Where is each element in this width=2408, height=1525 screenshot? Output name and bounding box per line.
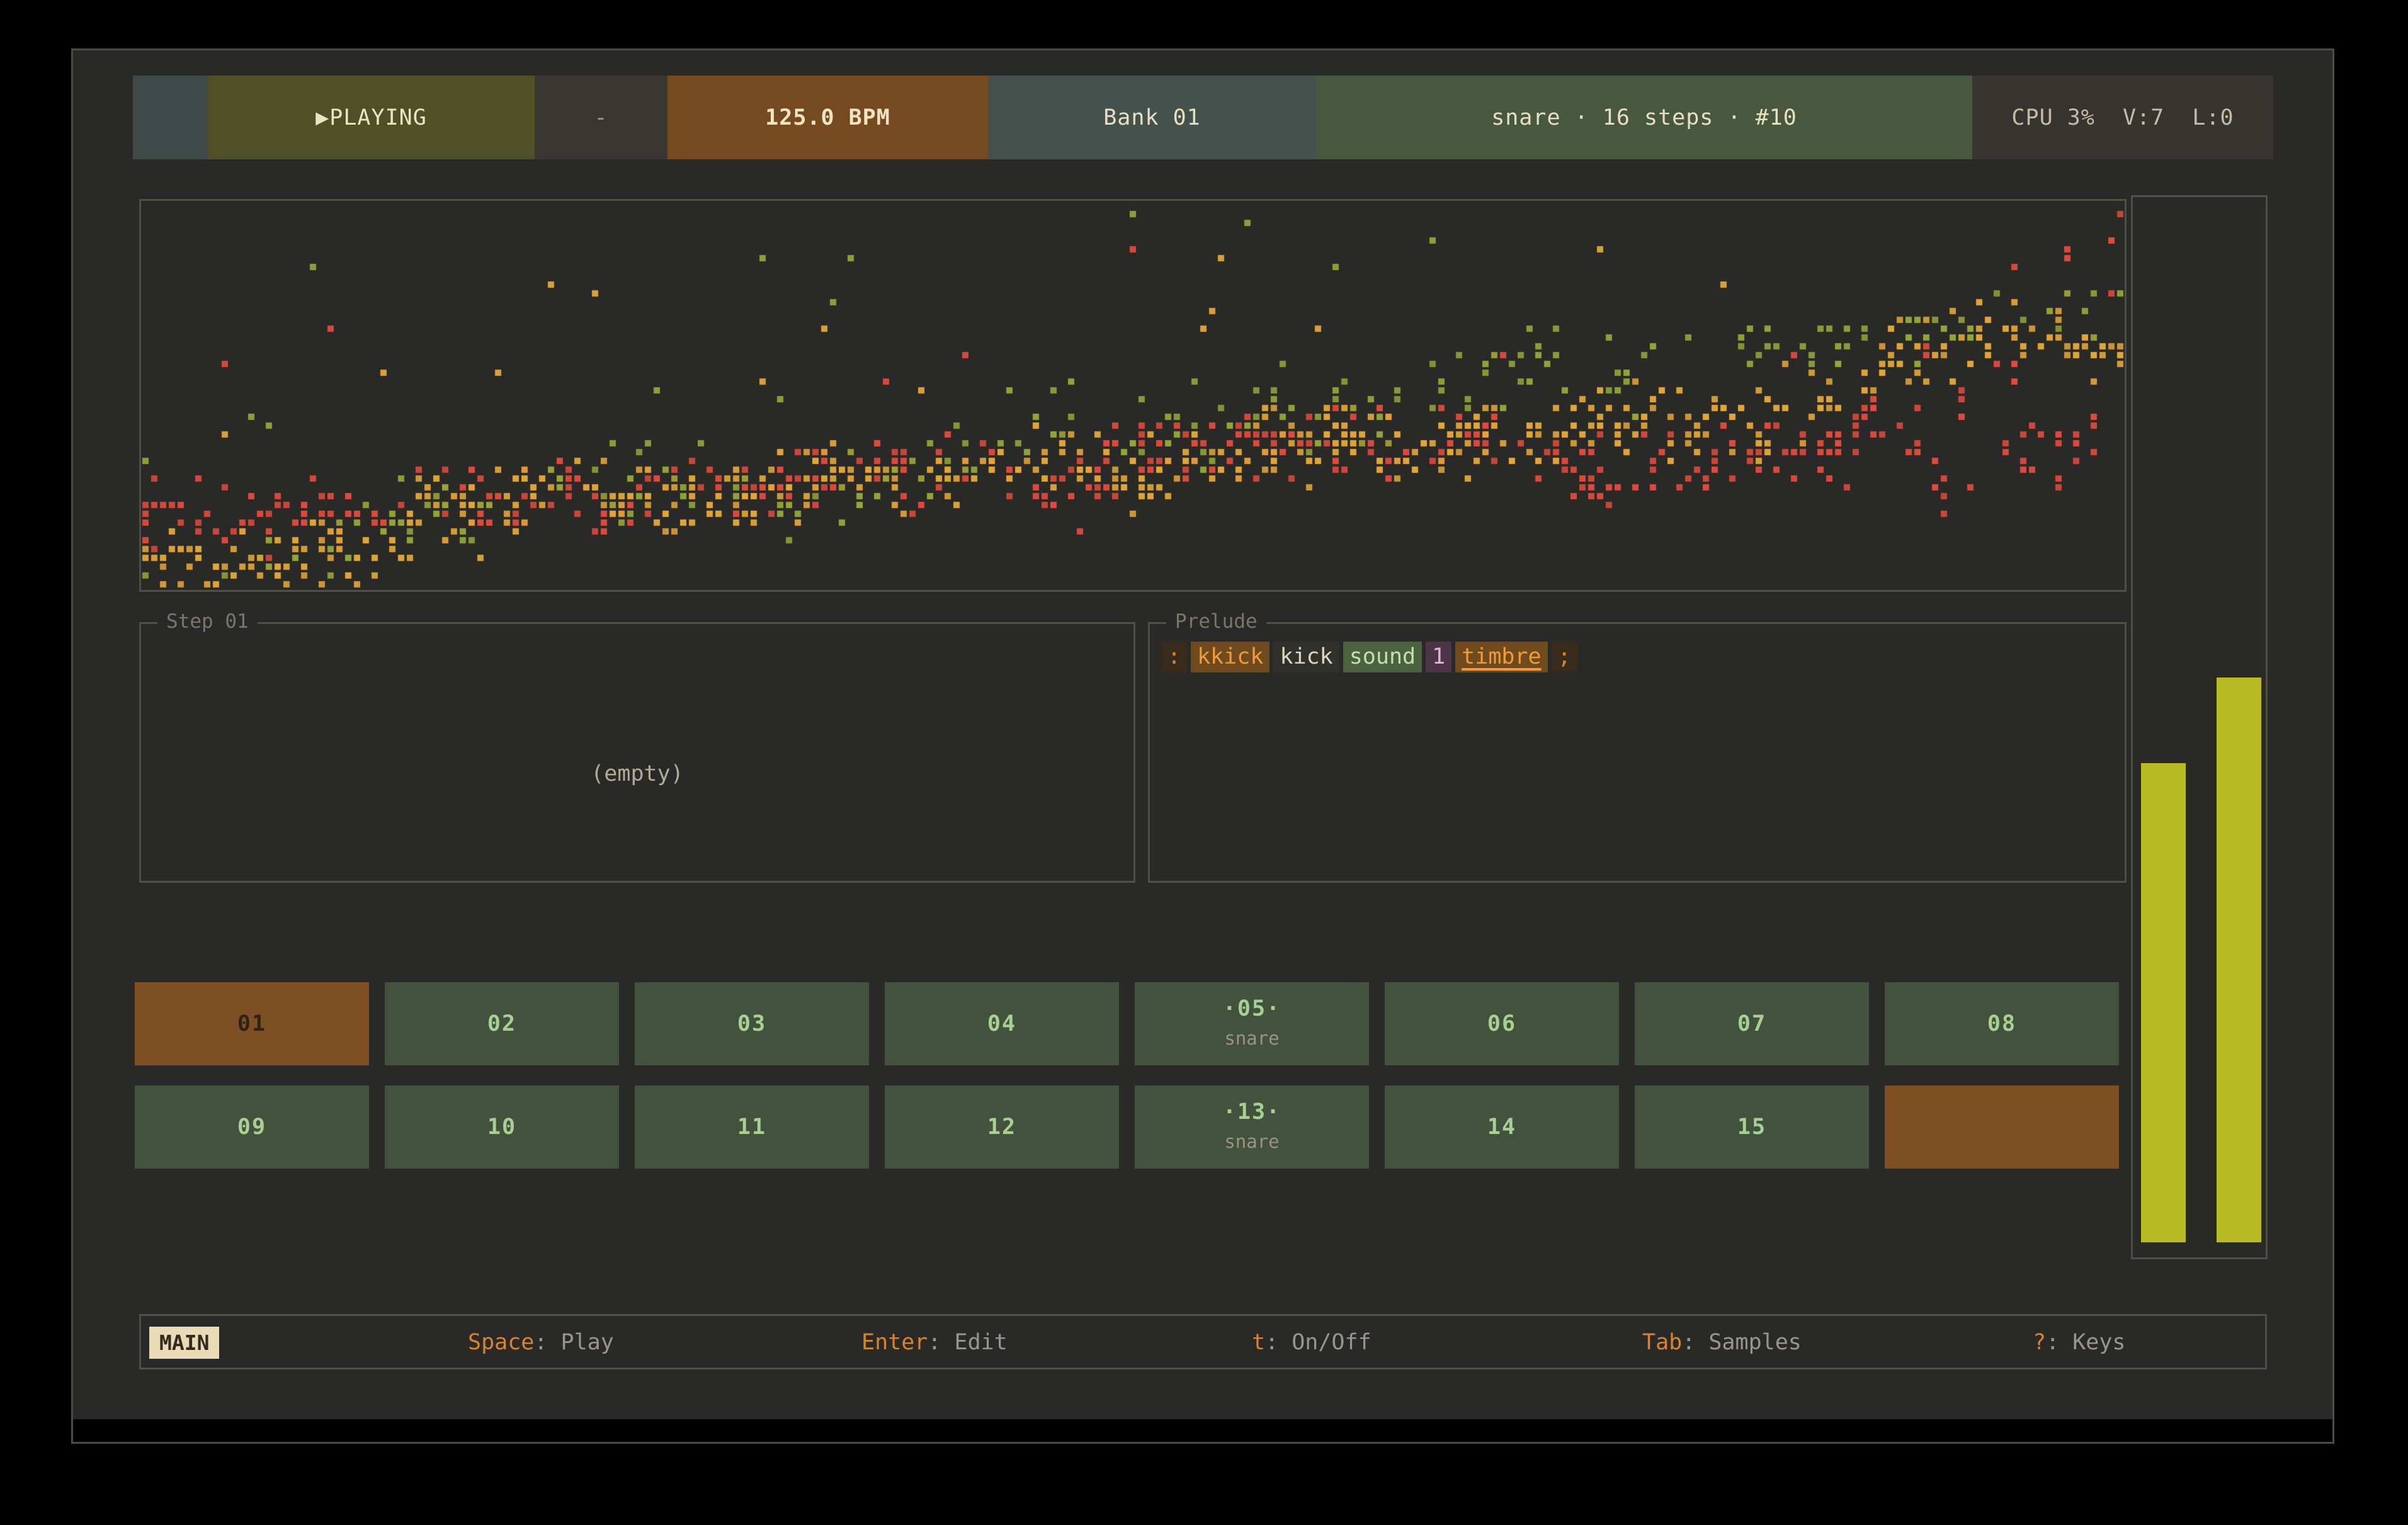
hint-key: Tab — [1642, 1330, 1682, 1355]
step-button-label: 02 — [487, 1011, 516, 1036]
top-bar: ▶ PLAYING - 125.0 BPM Bank 01 snare · 16 ste… — [133, 76, 2273, 159]
code-token-1[interactable]: : — [1161, 642, 1187, 672]
step-button-15[interactable]: 15 — [1635, 1086, 1869, 1169]
pattern-visualizer-canvas — [141, 201, 2125, 590]
code-token-7[interactable]: ; — [1552, 642, 1577, 672]
status-bar: MAIN Space: Play Enter: Edit t: On/Off Tab:… — [139, 1314, 2267, 1369]
step-button-label: 03 — [737, 1011, 766, 1036]
code-token-5[interactable]: 1 — [1426, 642, 1451, 672]
step-empty-label: (empty) — [141, 761, 1133, 786]
step-button-label: 01 — [237, 1011, 266, 1036]
bpm-segment-label: 125.0 BPM — [765, 105, 890, 130]
step-button-03[interactable]: 03 — [635, 982, 869, 1065]
hint-space: Space: Play — [468, 1330, 614, 1355]
prelude-code-line: :kkickkicksound1timbre; — [1161, 642, 1581, 672]
dash-segment: - — [535, 76, 667, 159]
pattern-visualizer — [139, 199, 2127, 592]
play-icon: ▶ — [315, 105, 329, 130]
step-button-08[interactable]: 08 — [1885, 982, 2119, 1065]
code-token-2[interactable]: kkick — [1191, 642, 1269, 672]
hint-key: t — [1252, 1330, 1265, 1355]
step-button-09[interactable]: 09 — [135, 1086, 369, 1169]
corner-segment — [133, 76, 208, 159]
step-button-10[interactable]: 10 — [385, 1086, 619, 1169]
step-button-11[interactable]: 11 — [635, 1086, 869, 1169]
hint-t: t: On/Off — [1252, 1330, 1372, 1355]
hint-enter: Enter: Edit — [861, 1330, 1008, 1355]
step-button-05[interactable]: ·05· snare — [1135, 982, 1369, 1065]
step-button-label: 15 — [1737, 1114, 1766, 1140]
system-stats-segment-label: CPU 3% V:7 L:0 — [2011, 105, 2234, 130]
meter-panel — [2131, 195, 2268, 1259]
step-button-04[interactable]: 04 — [885, 982, 1119, 1065]
step-button-14[interactable]: 14 — [1385, 1086, 1619, 1169]
step-button-label: ·13· — [1223, 1099, 1281, 1125]
code-token-6[interactable]: timbre — [1455, 642, 1547, 672]
bpm-segment[interactable]: 125.0 BPM — [667, 76, 988, 159]
hint-description: : Edit — [928, 1330, 1007, 1355]
step-button-label: ·05· — [1223, 996, 1281, 1021]
screen: ▶ PLAYING - 125.0 BPM Bank 01 snare · 16 ste… — [0, 0, 2408, 1525]
code-token-3[interactable]: kick — [1273, 642, 1339, 672]
prelude-panel-title: Prelude — [1166, 610, 1266, 633]
code-token-4[interactable]: sound — [1343, 642, 1422, 672]
track-info-segment[interactable]: snare · 16 steps · #10 — [1316, 76, 1972, 159]
step-button-sample-label: snare — [1224, 1131, 1279, 1152]
step-button-07[interactable]: 07 — [1635, 982, 1869, 1065]
step-button-label: 08 — [1987, 1011, 2016, 1036]
step-button-sample-label: snare — [1224, 1028, 1279, 1049]
step-button-12[interactable]: 12 — [885, 1086, 1119, 1169]
step-detail-panel: Step 01 (empty) — [139, 622, 1135, 883]
step-button-13[interactable]: ·13· snare — [1135, 1086, 1369, 1169]
step-button-label: 06 — [1487, 1011, 1516, 1036]
step-button-label: 07 — [1737, 1011, 1766, 1036]
mode-badge: MAIN — [149, 1327, 219, 1359]
track-info-segment-label: snare · 16 steps · #10 — [1491, 105, 1797, 130]
step-button-06[interactable]: 06 — [1385, 982, 1619, 1065]
step-button-label: 10 — [487, 1114, 516, 1140]
step-button-label: 11 — [737, 1114, 766, 1140]
hint-description: : Samples — [1682, 1330, 1802, 1355]
step-button-label: 09 — [237, 1114, 266, 1140]
hint-keys: ?: Keys — [2033, 1330, 2126, 1355]
hint-description: : Keys — [2046, 1330, 2125, 1355]
meter-bar-right — [2217, 677, 2261, 1242]
step-button-label: 12 — [987, 1114, 1016, 1140]
meter-bar-left — [2141, 763, 2186, 1242]
step-button-label: 04 — [987, 1011, 1016, 1036]
step-button-label: 14 — [1487, 1114, 1516, 1140]
step-panel-title: Step 01 — [157, 610, 258, 633]
hint-description: : On/Off — [1265, 1330, 1372, 1355]
system-stats-segment: CPU 3% V:7 L:0 — [1972, 76, 2273, 159]
step-button-16[interactable] — [1885, 1086, 2119, 1169]
step-button-01[interactable]: 01 — [135, 982, 369, 1065]
hint-tab: Tab: Samples — [1642, 1330, 1802, 1355]
transport-segment-label: PLAYING — [329, 105, 427, 130]
prelude-panel[interactable]: Prelude :kkickkicksound1timbre; — [1148, 622, 2127, 883]
dash-segment-label: - — [594, 105, 608, 130]
hint-key: Enter — [861, 1330, 928, 1355]
bank-segment-label: Bank 01 — [1103, 105, 1201, 130]
step-button-02[interactable]: 02 — [385, 982, 619, 1065]
bank-segment[interactable]: Bank 01 — [988, 76, 1316, 159]
hint-key: ? — [2033, 1330, 2046, 1355]
hint-key: Space — [468, 1330, 534, 1355]
app-window: ▶ PLAYING - 125.0 BPM Bank 01 snare · 16 ste… — [71, 48, 2334, 1444]
hint-description: : Play — [534, 1330, 613, 1355]
transport-segment[interactable]: ▶ PLAYING — [208, 76, 535, 159]
